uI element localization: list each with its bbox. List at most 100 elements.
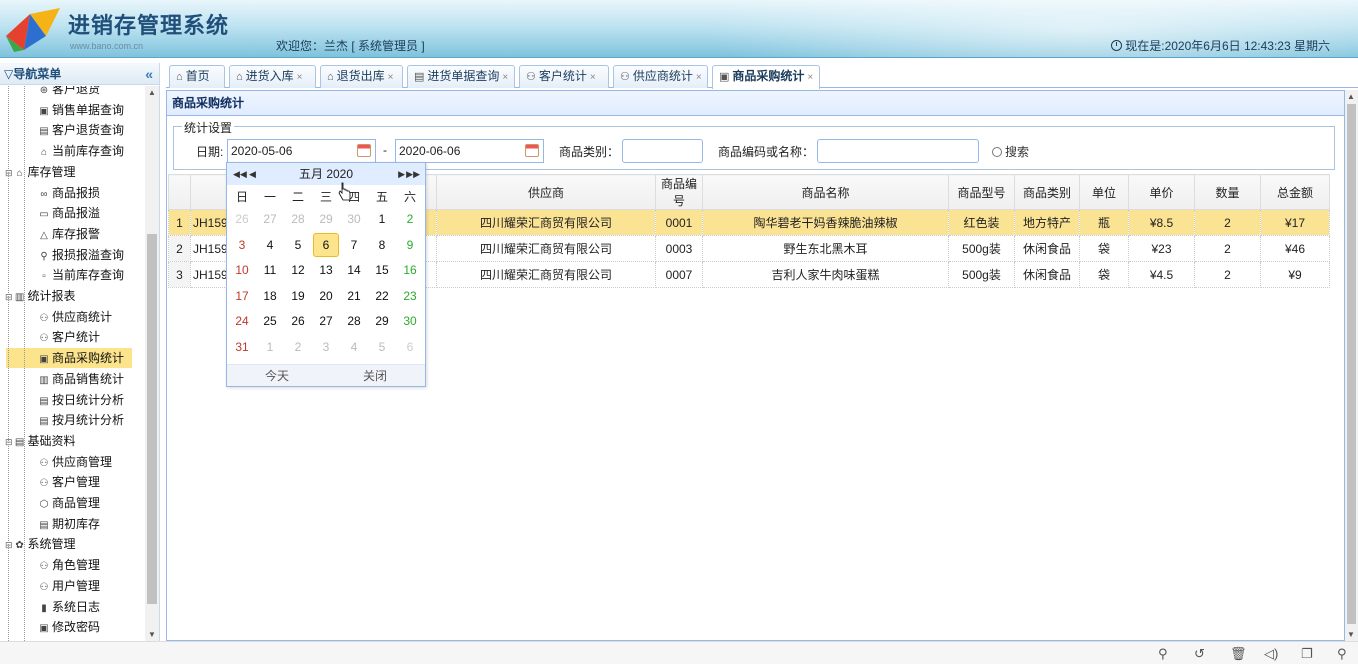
sidebar-scroll-thumb[interactable] bbox=[147, 234, 157, 604]
calendar-day[interactable]: 9 bbox=[396, 233, 424, 259]
tab[interactable]: ⌂ 进货入库 × bbox=[229, 65, 316, 88]
tab[interactable]: ⚇ 客户统计 × bbox=[519, 65, 609, 88]
sidebar-item[interactable]: ⊟ ▥ 统计报表 bbox=[5, 286, 76, 306]
calendar-day[interactable]: 1 bbox=[256, 335, 284, 361]
close-tab-icon[interactable]: × bbox=[590, 72, 596, 83]
calendar-day[interactable]: 4 bbox=[256, 233, 284, 259]
sidebar-scrollbar[interactable]: ▲ ▼ bbox=[145, 86, 159, 641]
calendar-day[interactable]: 22 bbox=[368, 284, 396, 310]
calendar-month-title[interactable]: 五月 2020 bbox=[299, 167, 353, 181]
collapse-sidebar-button[interactable]: « bbox=[145, 63, 153, 85]
sidebar-item[interactable]: ▤ 按月统计分析 bbox=[38, 410, 124, 430]
calendar-day[interactable]: 4 bbox=[340, 335, 368, 361]
calendar-day[interactable]: 19 bbox=[284, 284, 312, 310]
calendar-day[interactable]: 24 bbox=[228, 309, 256, 335]
calendar-day[interactable]: 30 bbox=[396, 309, 424, 335]
close-tab-icon[interactable]: × bbox=[297, 72, 303, 83]
pin-icon[interactable]: ⚲ bbox=[1158, 646, 1168, 662]
next-month-icon[interactable]: ▶ bbox=[398, 163, 405, 185]
calendar-day[interactable]: 27 bbox=[312, 309, 340, 335]
sidebar-item[interactable]: ⬡ 商品管理 bbox=[38, 493, 100, 513]
column-header[interactable]: 供应商 bbox=[436, 174, 656, 210]
date-from-input[interactable]: 2020-05-06 bbox=[227, 139, 376, 163]
calendar-day[interactable]: 28 bbox=[284, 207, 312, 233]
scroll-up-arrow-icon[interactable]: ▲ bbox=[1347, 92, 1355, 101]
close-tab-icon[interactable]: × bbox=[807, 72, 813, 83]
scroll-down-arrow-icon[interactable]: ▼ bbox=[148, 630, 156, 639]
column-header[interactable]: 数量 bbox=[1194, 174, 1261, 210]
calendar-day[interactable]: 6 bbox=[312, 232, 340, 259]
sidebar-item[interactable]: ▤ 按日统计分析 bbox=[38, 390, 124, 410]
tab[interactable]: ▣ 商品采购统计 × bbox=[712, 65, 820, 89]
sidebar-item[interactable]: ⚲ 报损报溢查询 bbox=[38, 245, 124, 265]
calendar-day[interactable]: 13 bbox=[312, 258, 340, 284]
calendar-day[interactable]: 26 bbox=[228, 207, 256, 233]
calendar-day[interactable]: 29 bbox=[312, 207, 340, 233]
window-icon[interactable]: ❐ bbox=[1301, 646, 1313, 662]
calendar-day[interactable]: 27 bbox=[256, 207, 284, 233]
sidebar-item[interactable]: △ 库存报警 bbox=[38, 224, 100, 244]
sidebar-item[interactable]: ▭ 商品报溢 bbox=[38, 203, 100, 223]
prev-year-icon[interactable]: ◀◀ bbox=[233, 163, 247, 185]
sidebar-item[interactable]: ⌂ 当前库存查询 bbox=[38, 141, 124, 161]
calendar-day[interactable]: 21 bbox=[340, 284, 368, 310]
sidebar-item[interactable]: ▣ 修改密码 bbox=[38, 617, 100, 637]
calendar-day[interactable]: 20 bbox=[312, 284, 340, 310]
calendar-day[interactable]: 8 bbox=[368, 233, 396, 259]
sidebar-item[interactable]: ⊟ ▤ 基础资料 bbox=[5, 431, 76, 451]
zoom-icon[interactable]: ⚲ bbox=[1337, 646, 1347, 662]
sidebar-item[interactable]: ⚇ 供应商统计 bbox=[38, 307, 113, 327]
calendar-day[interactable]: 16 bbox=[396, 258, 424, 284]
column-header[interactable] bbox=[168, 174, 191, 210]
main-scroll-thumb[interactable] bbox=[1347, 104, 1356, 624]
date-to-input[interactable]: 2020-06-06 bbox=[395, 139, 544, 163]
calendar-day[interactable]: 17 bbox=[228, 284, 256, 310]
column-header[interactable]: 单价 bbox=[1128, 174, 1195, 210]
column-header[interactable]: 商品名称 bbox=[702, 174, 949, 210]
speaker-icon[interactable]: ◁) bbox=[1264, 646, 1278, 662]
sidebar-item[interactable]: ⚇ 供应商管理 bbox=[38, 452, 113, 472]
scroll-down-arrow-icon[interactable]: ▼ bbox=[1347, 630, 1355, 639]
calendar-day[interactable]: 7 bbox=[340, 233, 368, 259]
sidebar-item[interactable]: ⊟ ⌂ 库存管理 bbox=[5, 162, 76, 182]
trash-icon[interactable]: 🗑 bbox=[1230, 646, 1247, 662]
calendar-day[interactable]: 30 bbox=[340, 207, 368, 233]
calendar-day[interactable]: 6 bbox=[396, 335, 424, 361]
calendar-day[interactable]: 25 bbox=[256, 309, 284, 335]
prev-month-icon[interactable]: ◀ bbox=[249, 163, 256, 185]
calendar-day[interactable]: 14 bbox=[340, 258, 368, 284]
sidebar-item[interactable]: ⚇ 客户管理 bbox=[38, 472, 101, 492]
calendar-icon[interactable] bbox=[525, 144, 539, 157]
calendar-day[interactable]: 31 bbox=[228, 335, 256, 361]
calendar-icon[interactable] bbox=[357, 144, 371, 157]
calendar-day[interactable]: 23 bbox=[396, 284, 424, 310]
sidebar-item[interactable]: ▫ 当前库存查询 bbox=[38, 265, 124, 285]
history-icon[interactable]: ↺ bbox=[1194, 646, 1205, 662]
column-header[interactable]: 商品类别 bbox=[1014, 174, 1080, 210]
tab[interactable]: ⚇ 供应商统计 × bbox=[613, 65, 708, 88]
calendar-day[interactable]: 12 bbox=[284, 258, 312, 284]
sidebar-item[interactable]: ▮ 系统日志 bbox=[38, 597, 100, 617]
calendar-day[interactable]: 2 bbox=[396, 207, 424, 233]
today-button[interactable]: 今天 bbox=[265, 365, 289, 387]
category-input[interactable] bbox=[622, 139, 703, 163]
sidebar-item[interactable]: ⚇ 用户管理 bbox=[38, 576, 101, 596]
sidebar-item[interactable]: ⊟ ✿ 系统管理 bbox=[5, 534, 76, 554]
sidebar-item[interactable]: ⊛ 客户退货 bbox=[38, 86, 100, 99]
calendar-day[interactable]: 29 bbox=[368, 309, 396, 335]
calendar-day[interactable]: 5 bbox=[368, 335, 396, 361]
search-button[interactable]: 搜索 bbox=[992, 143, 1029, 160]
column-header[interactable]: 总金额 bbox=[1260, 174, 1330, 210]
next-year-icon[interactable]: ▶▶ bbox=[406, 163, 420, 185]
column-header[interactable]: 商品型号 bbox=[948, 174, 1015, 210]
sidebar-item[interactable]: ⚇ 客户统计 bbox=[38, 327, 101, 347]
sidebar-item[interactable]: ▣ 销售单据查询 bbox=[38, 100, 124, 120]
calendar-day[interactable]: 18 bbox=[256, 284, 284, 310]
close-tab-icon[interactable]: × bbox=[502, 72, 508, 83]
calendar-day[interactable]: 11 bbox=[256, 258, 284, 284]
sidebar-item[interactable]: ⚇ 角色管理 bbox=[38, 555, 101, 575]
column-header[interactable]: 单位 bbox=[1079, 174, 1129, 210]
tab[interactable]: ⌂ 首页 bbox=[169, 65, 225, 88]
calendar-day[interactable]: 3 bbox=[228, 233, 256, 259]
sidebar-item[interactable]: ▤ 期初库存 bbox=[38, 514, 100, 534]
